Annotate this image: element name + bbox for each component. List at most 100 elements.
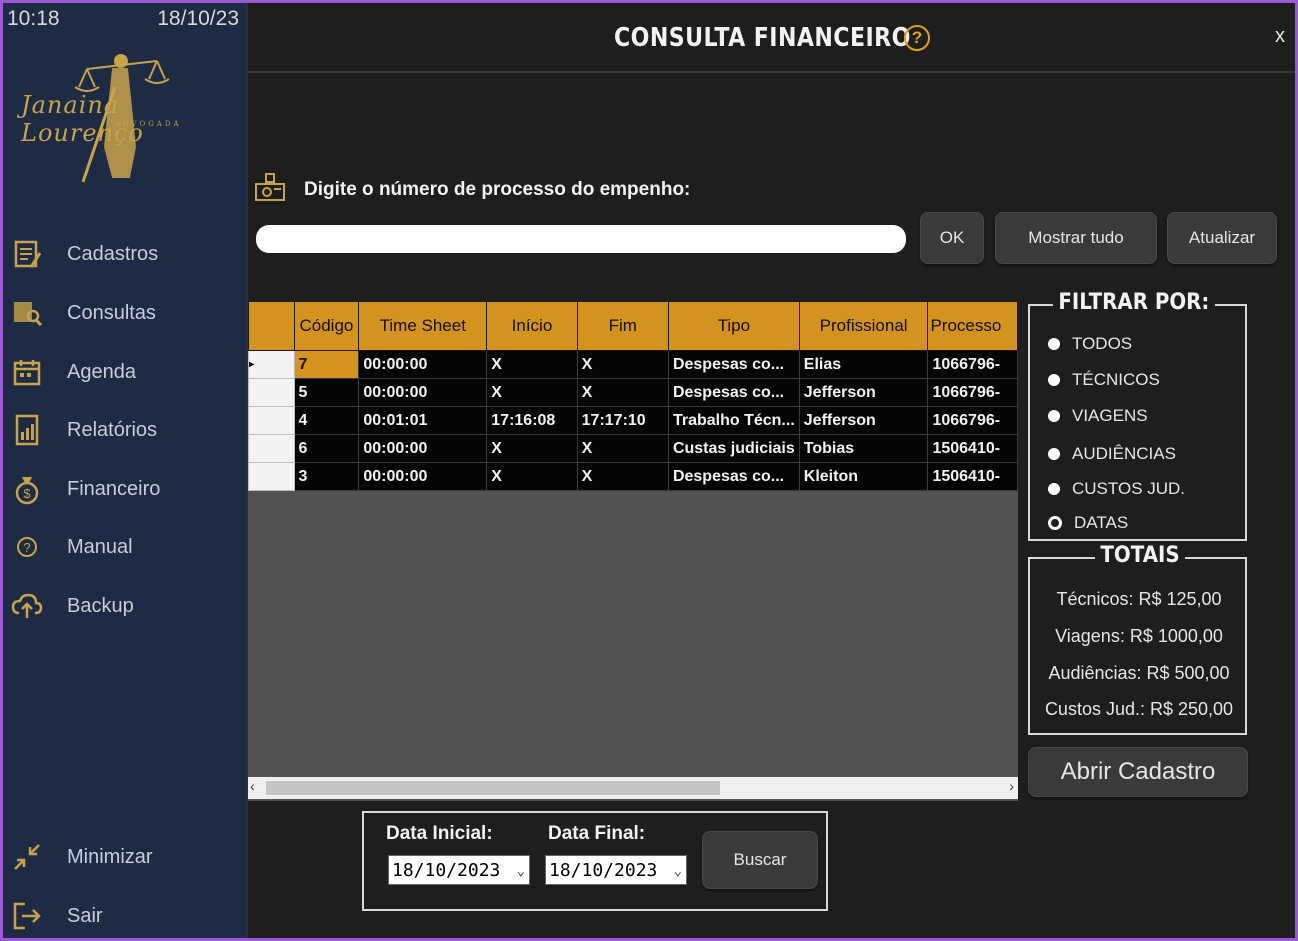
table-cell[interactable]: 7 — [293, 350, 360, 379]
column-header[interactable]: Profissional — [798, 301, 929, 351]
ok-button[interactable]: OK — [920, 212, 984, 264]
table-cell[interactable]: Custas judiciais — [667, 434, 800, 463]
table-cell[interactable]: 1506410- — [927, 462, 1018, 491]
document-camera-icon — [255, 173, 285, 201]
table-cell[interactable]: X — [576, 462, 669, 491]
report-icon — [11, 414, 43, 446]
minimize-arrows-icon — [11, 841, 43, 873]
table-cell[interactable]: 17:16:08 — [486, 406, 578, 435]
start-date-picker[interactable]: 18/10/2023 ⌄ — [388, 855, 530, 885]
table-cell[interactable]: 3 — [293, 462, 360, 491]
radio-audiencias[interactable]: AUDIÊNCIAS — [1048, 444, 1176, 464]
close-button[interactable]: x — [1275, 25, 1285, 48]
table-cell[interactable]: Jefferson — [798, 406, 929, 435]
table-cell[interactable]: 5 — [293, 378, 360, 407]
radio-label: VIAGENS — [1072, 406, 1148, 425]
table-row[interactable]: 4 00:01:01 17:16:08 17:17:10 Trabalho Té… — [248, 406, 1018, 435]
table-cell[interactable]: Despesas co... — [667, 462, 800, 491]
sidebar-item-consultas[interactable]: Consultas — [3, 288, 245, 338]
radio-datas[interactable]: DATAS — [1048, 513, 1128, 533]
table-row[interactable]: 6 00:00:00 X X Custas judiciais Tobias 1… — [248, 434, 1018, 463]
exit-button[interactable]: Sair — [3, 891, 245, 938]
process-number-input[interactable] — [256, 225, 906, 253]
row-selector-icon[interactable]: ▸ — [248, 350, 295, 379]
table-cell[interactable]: 00:00:00 — [358, 434, 488, 463]
sidebar-item-agenda[interactable]: Agenda — [3, 347, 245, 397]
finance-grid[interactable]: Código Time Sheet Início Fim Tipo Profis… — [248, 301, 1018, 801]
table-cell[interactable]: 1506410- — [927, 434, 1018, 463]
column-header[interactable]: Time Sheet — [358, 301, 488, 351]
help-icon[interactable]: ? — [904, 25, 930, 51]
clipboard-icon — [11, 238, 43, 270]
table-cell[interactable]: 1066796- — [927, 378, 1018, 407]
minimize-button[interactable]: Minimizar — [3, 832, 245, 882]
row-selector[interactable] — [248, 378, 295, 407]
scroll-left-icon[interactable]: ‹ — [250, 778, 255, 794]
table-cell[interactable]: Despesas co... — [667, 350, 800, 379]
column-header[interactable]: Tipo — [667, 301, 800, 351]
radio-custos-jud[interactable]: CUSTOS JUD. — [1048, 479, 1185, 499]
title-bar: CONSULTA FINANCEIRO ? x — [248, 3, 1295, 73]
row-selector[interactable] — [248, 406, 295, 435]
radio-label: CUSTOS JUD. — [1072, 479, 1186, 498]
column-header[interactable]: Fim — [576, 301, 669, 351]
table-cell[interactable]: Tobias — [798, 434, 929, 463]
table-cell[interactable]: 4 — [293, 406, 360, 435]
table-cell[interactable]: 1066796- — [927, 406, 1018, 435]
sidebar-item-relatorios[interactable]: Relatórios — [3, 405, 245, 455]
column-header[interactable]: Código — [293, 301, 360, 351]
start-date-value: 18/10/2023 — [392, 860, 501, 881]
radio-label: TÉCNICOS — [1072, 370, 1160, 389]
horizontal-scrollbar[interactable]: ‹ › — [248, 777, 1018, 799]
table-cell[interactable]: Elias — [798, 350, 929, 379]
totals-group: TOTAIS Técnicos: R$ 125,00 Viagens: R$ 1… — [1028, 543, 1247, 735]
clock: 10:18 — [7, 7, 60, 30]
radio-dot-icon — [1048, 448, 1060, 460]
row-selector[interactable] — [248, 434, 295, 463]
table-cell[interactable]: 00:00:00 — [358, 462, 488, 491]
table-cell[interactable]: Kleiton — [798, 462, 929, 491]
show-all-button[interactable]: Mostrar tudo — [995, 212, 1157, 264]
table-row[interactable]: ▸ 7 00:00:00 X X Despesas co... Elias 10… — [248, 350, 1018, 379]
radio-dot-icon — [1048, 338, 1060, 350]
table-cell[interactable]: Despesas co... — [667, 378, 800, 407]
table-cell[interactable]: 00:01:01 — [358, 406, 488, 435]
table-cell[interactable]: Jefferson — [798, 378, 929, 407]
table-cell[interactable]: X — [486, 434, 578, 463]
table-cell[interactable]: 6 — [293, 434, 360, 463]
search-dates-button[interactable]: Buscar — [702, 831, 818, 889]
table-cell[interactable]: X — [576, 350, 669, 379]
table-cell[interactable]: 00:00:00 — [358, 350, 488, 379]
table-cell[interactable]: X — [576, 378, 669, 407]
column-header[interactable]: Início — [486, 301, 578, 351]
scrollbar-thumb[interactable] — [266, 781, 720, 795]
table-row[interactable]: 5 00:00:00 X X Despesas co... Jefferson … — [248, 378, 1018, 407]
table-cell[interactable]: 00:00:00 — [358, 378, 488, 407]
table-cell[interactable]: X — [576, 434, 669, 463]
refresh-button[interactable]: Atualizar — [1167, 212, 1277, 264]
table-cell[interactable]: Trabalho Técn... — [667, 406, 800, 435]
table-row[interactable]: 3 00:00:00 X X Despesas co... Kleiton 15… — [248, 462, 1018, 491]
end-date-picker[interactable]: 18/10/2023 ⌄ — [545, 855, 687, 885]
sidebar-item-backup[interactable]: Backup — [3, 581, 245, 631]
radio-tecnicos[interactable]: TÉCNICOS — [1048, 370, 1160, 390]
sidebar-item-financeiro[interactable]: $ Financeiro — [3, 464, 245, 514]
svg-text:$: $ — [23, 486, 31, 501]
column-header[interactable]: Processo — [927, 301, 1018, 351]
table-cell[interactable]: X — [486, 378, 578, 407]
table-cell[interactable]: 1066796- — [927, 350, 1018, 379]
radio-viagens[interactable]: VIAGENS — [1048, 406, 1148, 426]
radio-todos[interactable]: TODOS — [1048, 334, 1132, 354]
table-cell[interactable]: 17:17:10 — [576, 406, 669, 435]
sidebar-item-manual[interactable]: ? Manual — [3, 522, 245, 572]
table-cell[interactable]: X — [486, 350, 578, 379]
open-register-button[interactable]: Abrir Cadastro — [1028, 747, 1248, 797]
cloud-upload-icon — [11, 590, 43, 622]
scroll-right-icon[interactable]: › — [1009, 778, 1014, 794]
sidebar-item-label: Relatórios — [67, 418, 158, 441]
row-selector[interactable] — [248, 462, 295, 491]
table-cell[interactable]: X — [486, 462, 578, 491]
sidebar-item-cadastros[interactable]: Cadastros — [3, 229, 245, 279]
total-tecnicos: Técnicos: R$ 125,00 — [1056, 589, 1222, 609]
radio-dot-icon — [1048, 374, 1060, 386]
